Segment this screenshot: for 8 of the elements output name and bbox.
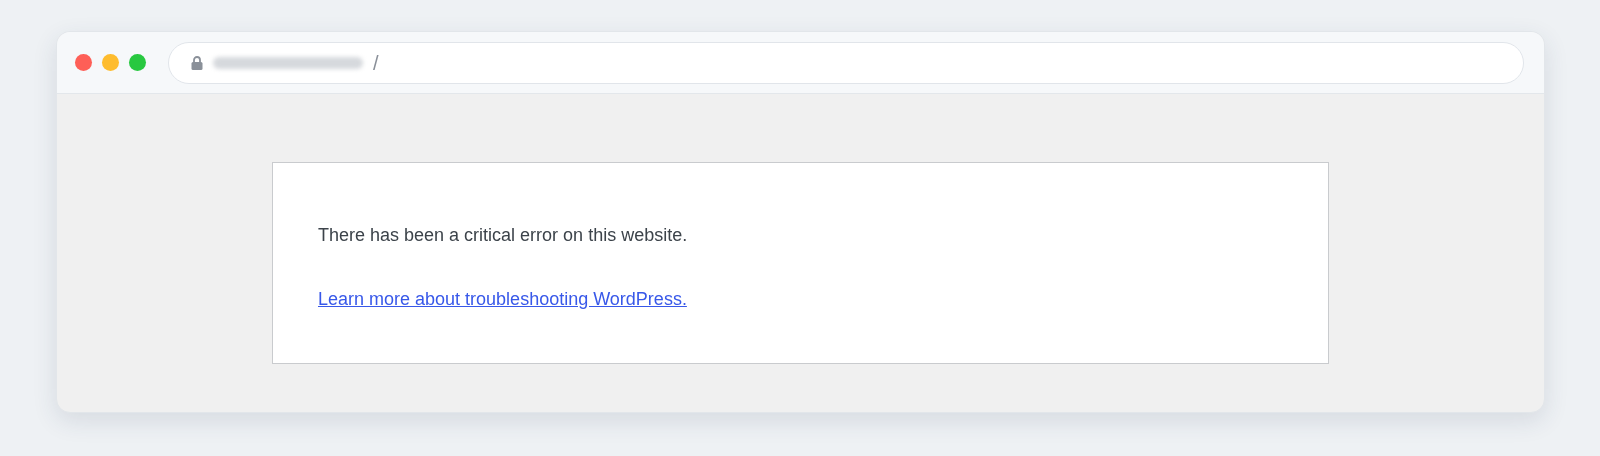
troubleshooting-link[interactable]: Learn more about troubleshooting WordPress. xyxy=(318,287,687,311)
url-path: / xyxy=(373,52,379,73)
minimize-window-button[interactable] xyxy=(102,54,119,71)
address-bar[interactable]: / xyxy=(168,41,1524,84)
maximize-window-button[interactable] xyxy=(129,54,146,71)
close-window-button[interactable] xyxy=(75,54,92,71)
lock-icon xyxy=(191,55,203,70)
error-message: There has been a critical error on this website. xyxy=(318,224,689,247)
